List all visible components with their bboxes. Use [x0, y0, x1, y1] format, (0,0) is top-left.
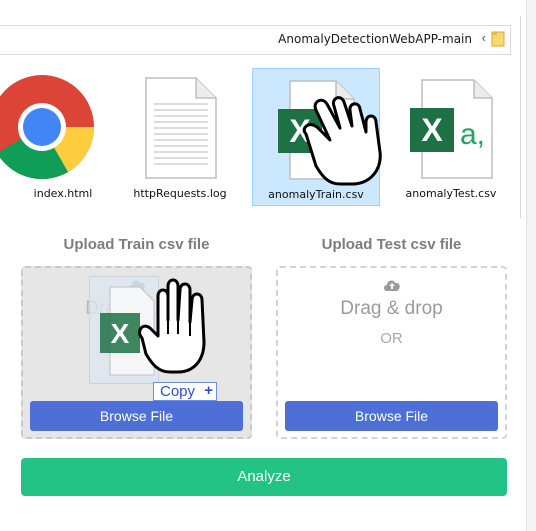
train-upload-title: Upload Train csv file [63, 236, 210, 253]
chrome-icon [0, 75, 94, 179]
file-name: anomalyTrain.csv [268, 188, 364, 201]
file-name: anomalyTest.csv [405, 187, 497, 200]
file-name: httpRequests.log [133, 187, 227, 200]
or-label: OR [380, 330, 403, 347]
svg-text:a,: a, [460, 118, 485, 151]
train-browse-file-button[interactable]: Browse File [30, 401, 243, 431]
file-explorer-window: AnomalyDetectionWebAPP-main ‹ index.html [0, 16, 521, 218]
svg-text:X: X [111, 318, 130, 349]
test-browse-file-button[interactable]: Browse File [285, 401, 498, 431]
copy-drag-tooltip: Copy + [153, 382, 217, 401]
drag-drop-label: Drag & drop [340, 298, 443, 319]
analyze-button[interactable]: Analyze [21, 458, 507, 496]
file-name: index.html [33, 187, 93, 200]
test-upload-title: Upload Test csv file [321, 236, 462, 253]
file-item[interactable]: index.html [0, 68, 110, 204]
file-item[interactable]: X a, anomalyTest.csv [388, 68, 514, 204]
copy-tooltip-label: Copy [160, 383, 196, 400]
hand-grab-cursor-icon [138, 278, 206, 374]
address-bar[interactable]: AnomalyDetectionWebAPP-main ‹ [0, 25, 511, 55]
page: AnomalyDetectionWebAPP-main ‹ index.html [0, 0, 527, 531]
cloud-upload-icon [383, 280, 400, 291]
text-document-icon [145, 77, 217, 179]
folder-icon [491, 31, 505, 47]
excel-csv-icon: X a, [410, 79, 493, 179]
file-item[interactable]: httpRequests.log [117, 68, 243, 204]
svg-text:X: X [421, 112, 443, 148]
plus-icon: + [204, 382, 213, 399]
test-dropzone[interactable]: Drag & drop OR Browse File [276, 266, 507, 439]
breadcrumb-folder[interactable]: AnomalyDetectionWebAPP-main [278, 32, 472, 46]
hand-pointer-cursor-icon [302, 96, 382, 186]
breadcrumb-chevron-icon[interactable]: ‹ [482, 30, 486, 45]
